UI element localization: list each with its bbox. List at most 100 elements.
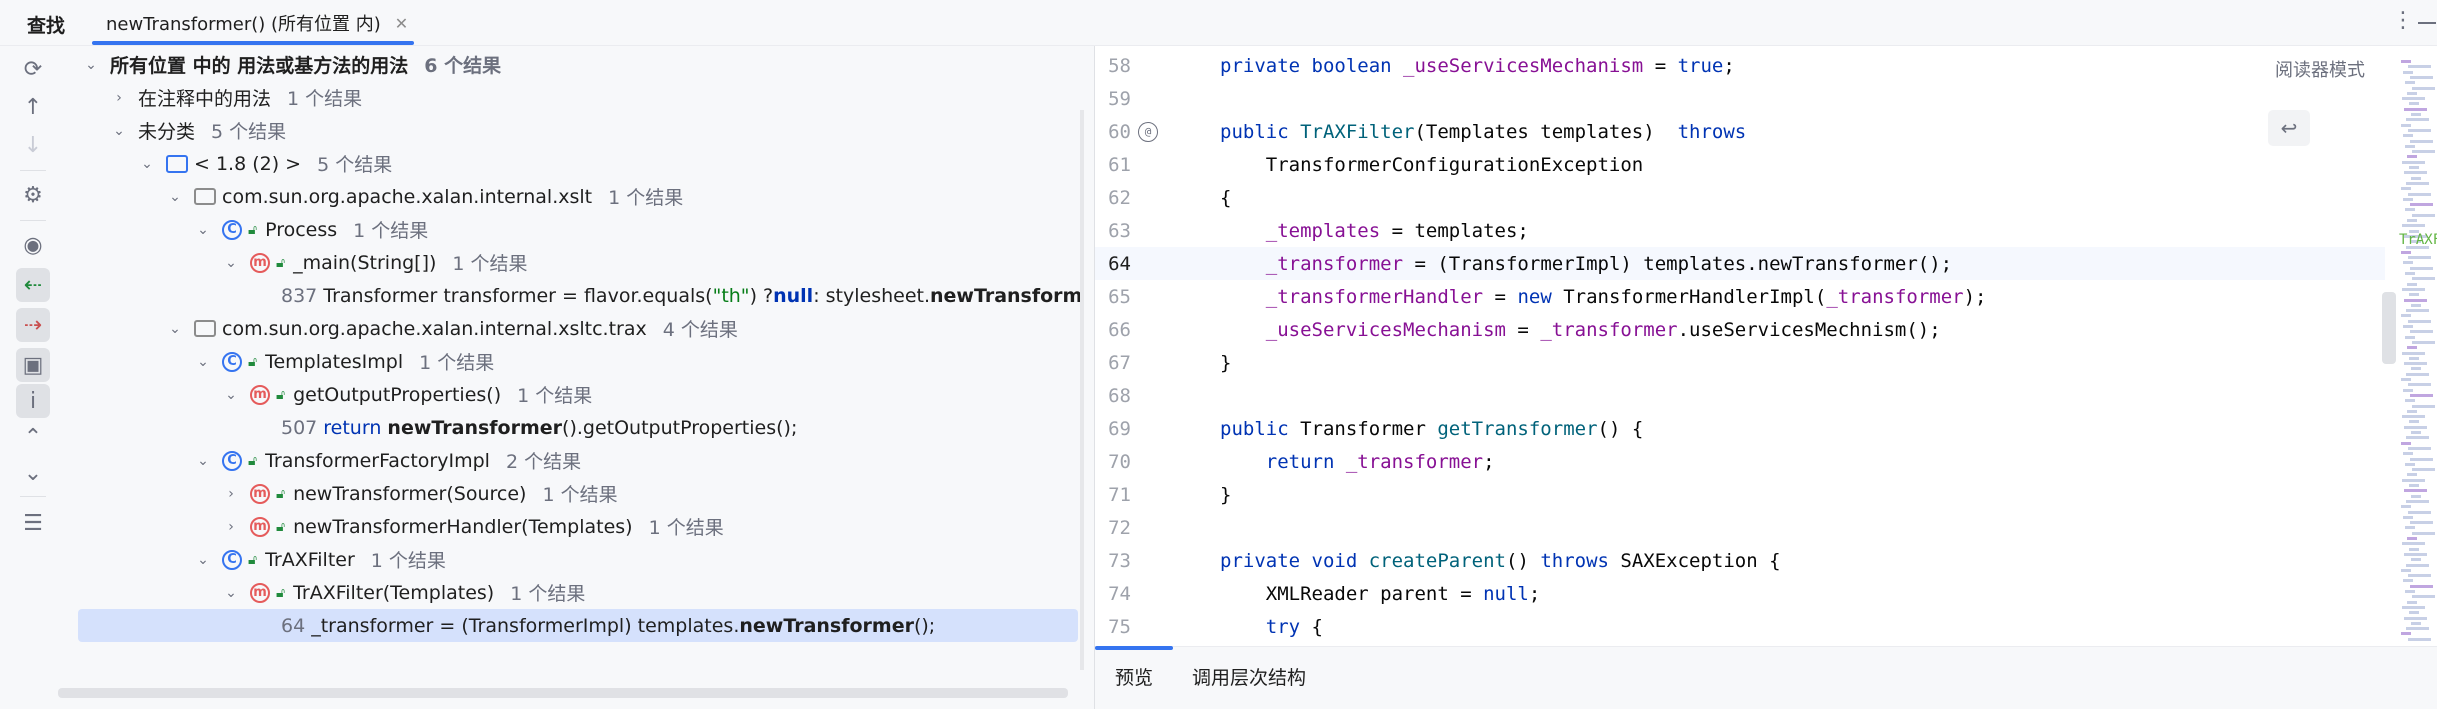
- editor-scrollbar-thumb[interactable]: [2382, 292, 2396, 364]
- arrow-up-icon[interactable]: ↑: [16, 90, 50, 124]
- chevron-right-icon[interactable]: ›: [222, 519, 240, 535]
- code-text: }: [1220, 483, 1232, 506]
- tab-new-transformer[interactable]: newTransformer() (所有位置 内) ✕: [92, 0, 422, 46]
- chevron-down-icon[interactable]: ⌄: [194, 354, 212, 370]
- close-icon[interactable]: ✕: [395, 14, 408, 33]
- chevron-down-icon[interactable]: ⌄: [166, 189, 184, 205]
- code-line[interactable]: 68: [1095, 379, 2385, 412]
- code-line[interactable]: 63 _templates = templates;: [1095, 214, 2385, 247]
- usage-line-837[interactable]: 837 Transformer transformer = flavor.equ…: [64, 279, 1080, 312]
- chevron-down-icon[interactable]: ⌄: [166, 321, 184, 337]
- code-line[interactable]: 61 TransformerConfigurationException: [1095, 148, 2385, 181]
- chevron-down-icon[interactable]: ⌄: [194, 453, 212, 469]
- tree-row-method-new-transformer-source[interactable]: › m 🔓︎ newTransformer(Source) 1 个结果: [64, 477, 1076, 510]
- minimap-line: [2408, 192, 2431, 196]
- group-by-module-icon[interactable]: ▣: [16, 348, 50, 382]
- public-lock-icon: 🔓︎: [248, 452, 258, 469]
- tree-row-method-main[interactable]: ⌄ m 🔓︎ _main(String[]) 1 个结果: [64, 246, 1076, 279]
- eye-icon[interactable]: ◉: [16, 228, 50, 262]
- code-line[interactable]: 70 return _transformer;: [1095, 445, 2385, 478]
- tree-row-class-templates-impl[interactable]: ⌄ C 🔓︎ TemplatesImpl 1 个结果: [64, 345, 1076, 378]
- tree-row-package-trax[interactable]: ⌄ com.sun.org.apache.xalan.internal.xslt…: [64, 312, 1076, 345]
- tree-row-method-get-output[interactable]: ⌄ m 🔓︎ getOutputProperties() 1 个结果: [64, 378, 1076, 411]
- reader-mode-toggle[interactable]: 阅读器模式: [2275, 56, 2365, 82]
- code-line[interactable]: 72: [1095, 511, 2385, 544]
- code-line[interactable]: 65 _transformerHandler = new Transformer…: [1095, 280, 2385, 313]
- minimize-icon[interactable]: [2418, 22, 2436, 24]
- tree-row-class-trax-filter[interactable]: ⌄ C 🔓︎ TrAXFilter 1 个结果: [64, 543, 1076, 576]
- tree-row-method-trax-filter-ctor[interactable]: ⌄ m 🔓︎ TrAXFilter(Templates) 1 个结果: [64, 576, 1076, 609]
- tree-row-class-factory-impl[interactable]: ⌄ C 🔓︎ TransformerFactoryImpl 2 个结果: [64, 444, 1076, 477]
- tree-row-method-new-transformer-handler[interactable]: › m 🔓︎ newTransformerHandler(Templates) …: [64, 510, 1076, 543]
- tree-horizontal-scrollbar[interactable]: [58, 688, 1068, 698]
- code-line[interactable]: 71}: [1095, 478, 2385, 511]
- read-access-icon[interactable]: ⇠: [16, 268, 50, 302]
- active-tab-indicator: [92, 41, 414, 45]
- code-line[interactable]: 69 public Transformer getTransformer() {: [1095, 412, 2385, 445]
- minimap-line: [2404, 616, 2427, 620]
- code-line[interactable]: 67}: [1095, 346, 2385, 379]
- result-count: 1 个结果: [510, 583, 586, 605]
- expand-all-icon[interactable]: ⌃: [16, 420, 50, 454]
- gear-icon[interactable]: ⚙: [16, 178, 50, 212]
- tree-row-class-process[interactable]: ⌄ C 🔓︎ Process 1 个结果: [64, 213, 1076, 246]
- rerun-icon[interactable]: ⟳: [16, 52, 50, 86]
- collapse-all-icon[interactable]: ⌄: [16, 456, 50, 490]
- minimap-line: [2401, 187, 2411, 191]
- chevron-down-icon[interactable]: ⌄: [138, 156, 156, 172]
- gutter-line-number: 74: [1108, 582, 1131, 605]
- code-line[interactable]: 59: [1095, 82, 2385, 115]
- code-line[interactable]: 64 _transformer = (TransformerImpl) temp…: [1095, 247, 2385, 280]
- usage-line-64-selected[interactable]: 64 _transformer = (TransformerImpl) temp…: [78, 609, 1078, 642]
- chevron-down-icon[interactable]: ⌄: [222, 585, 240, 601]
- chevron-down-icon[interactable]: ⌄: [194, 552, 212, 568]
- annotation-gutter-icon[interactable]: @: [1138, 121, 1158, 142]
- preview-panel-icon[interactable]: ☰: [16, 506, 50, 540]
- tree-row-comment-usage[interactable]: › 在注释中的用法 1 个结果: [64, 81, 1076, 114]
- tree-row-package-xslt[interactable]: ⌄ com.sun.org.apache.xalan.internal.xslt…: [64, 180, 1076, 213]
- method-icon: m: [250, 516, 270, 537]
- code-line[interactable]: 60 @ public TrAXFilter(Templates templates…: [1095, 115, 2385, 148]
- line-number: 507: [281, 416, 318, 439]
- code-text: try {: [1265, 615, 1323, 638]
- write-access-icon[interactable]: ⇢: [16, 308, 50, 342]
- tab-preview[interactable]: 预览: [1115, 663, 1153, 690]
- tab-call-hierarchy[interactable]: 调用层次结构: [1192, 663, 1306, 690]
- result-count: 1 个结果: [287, 88, 363, 110]
- tree-row-uncategorized[interactable]: ⌄ 未分类 5 个结果: [64, 114, 1076, 147]
- soft-wrap-icon[interactable]: ↩: [2268, 110, 2310, 146]
- method-icon: m: [250, 252, 270, 273]
- code-line[interactable]: 73 private void createParent() throws SAX…: [1095, 544, 2385, 577]
- code-line[interactable]: 62 {: [1095, 181, 2385, 214]
- minimap-line: [2401, 568, 2411, 572]
- tree-row-jdk[interactable]: ⌄ < 1.8 (2) > 5 个结果: [64, 147, 1076, 180]
- minimap-line: [2408, 510, 2431, 514]
- code-line[interactable]: 75 try {: [1095, 610, 2385, 643]
- chevron-down-icon[interactable]: ⌄: [222, 387, 240, 403]
- chevron-down-icon[interactable]: ⌄: [110, 123, 128, 139]
- public-lock-icon: 🔓︎: [248, 353, 258, 370]
- chevron-right-icon[interactable]: ›: [110, 90, 128, 106]
- usage-line-507[interactable]: 507 return newTransformer ().getOutputPro…: [64, 411, 1076, 444]
- chevron-down-icon[interactable]: ⌄: [82, 57, 100, 73]
- code-line[interactable]: 58 private boolean _useServicesMechanism …: [1095, 49, 2385, 82]
- code-minimap[interactable]: [2397, 60, 2437, 660]
- code-line[interactable]: 66 _useServicesMechanism = _transformer.…: [1095, 313, 2385, 346]
- result-count: 5 个结果: [317, 154, 393, 176]
- result-count: 5 个结果: [211, 121, 287, 143]
- code-preview-editor[interactable]: 58 private boolean _useServicesMechanism …: [1095, 46, 2437, 646]
- chevron-down-icon[interactable]: ⌄: [222, 255, 240, 271]
- arrow-down-icon[interactable]: ↓: [16, 128, 50, 162]
- result-count: 2 个结果: [505, 451, 582, 473]
- gutter-line-number: 70: [1108, 450, 1131, 473]
- code-text: }: [1220, 351, 1232, 374]
- tree-row-root[interactable]: ⌄ 所有位置 中的 用法或基方法的用法 6 个结果: [64, 48, 1076, 81]
- tree-vertical-scrollbar[interactable]: [1080, 110, 1084, 670]
- code-line[interactable]: 74 XMLReader parent = null;: [1095, 577, 2385, 610]
- minimap-line: [2406, 499, 2429, 503]
- tree-row-label: com.sun.org.apache.xalan.internal.xslt: [222, 185, 593, 208]
- chevron-down-icon[interactable]: ⌄: [194, 222, 212, 238]
- chevron-right-icon[interactable]: ›: [222, 486, 240, 502]
- info-icon[interactable]: i: [16, 384, 50, 418]
- more-options-icon[interactable]: ⋮: [2392, 8, 2414, 33]
